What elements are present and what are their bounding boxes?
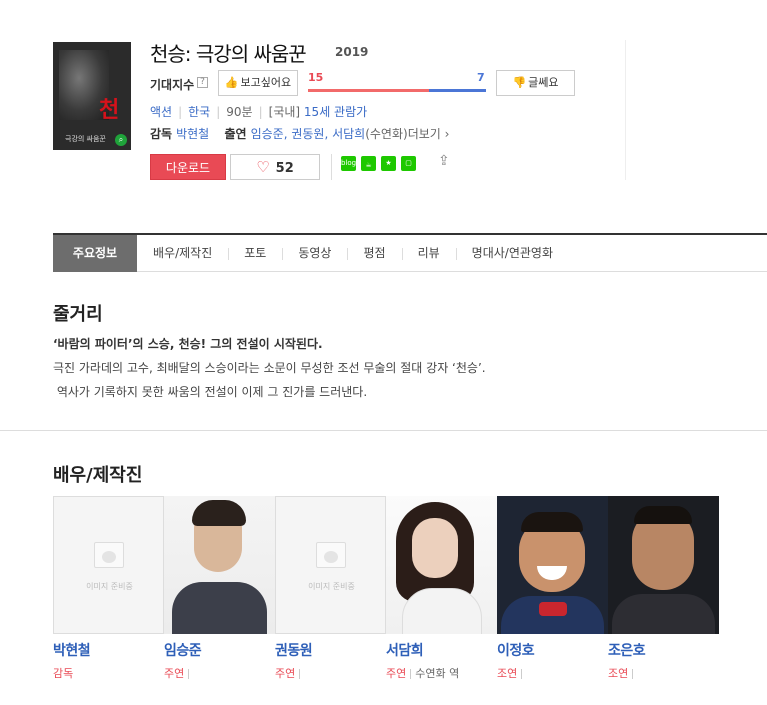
director-label: 감독 [150, 127, 173, 141]
want-to-see-label: 보고싶어요 [240, 76, 292, 89]
tab-quotes-related[interactable]: 명대사/연관영화 [455, 235, 569, 272]
bookmark-icon[interactable]: ▢ [401, 156, 416, 171]
share-icons: blog ☕ ★ ▢ [341, 156, 416, 172]
plot-line-2: 역사가 기록하지 못한 싸움의 전설이 이제 그 진가를 드러낸다. [56, 385, 368, 399]
expectation-bar [308, 89, 486, 92]
person-role: 감독 [53, 667, 74, 680]
divider [331, 154, 332, 180]
cast-card[interactable]: 서담희 주연 수연화 역 [386, 496, 497, 681]
tab-review[interactable]: 리뷰 [401, 235, 456, 272]
person-name[interactable]: 조은호 [608, 640, 719, 660]
heart-button[interactable]: ♡ 52 [230, 154, 320, 180]
movie-poster[interactable]: 천 극강의 싸움꾼 ⌕ [53, 42, 131, 150]
cast-card[interactable]: 이정호 조연 [497, 496, 608, 681]
director-link[interactable]: 박현철 [176, 127, 209, 141]
cast-card[interactable]: 조은호 조연 [608, 496, 719, 681]
expectation-bar-fill [308, 89, 430, 92]
more-link[interactable]: 더보기 [408, 127, 441, 141]
cast-note: (수연화) [365, 127, 408, 141]
cast-links[interactable]: 임승준, 권동원, 서담희 [251, 127, 366, 141]
expectation-label: 기대지수 [150, 78, 195, 92]
tab-photo[interactable]: 포토 [228, 235, 282, 272]
section-divider [0, 430, 767, 431]
cast-list: 이미지 준비중 박현철 감독 임승준 주연 이미지 준비중 권동원 주연 서담희… [53, 496, 719, 681]
crew-line: 감독 박현철 출연 임승준, 권동원, 서담희(수연화)더보기 › [150, 125, 449, 142]
person-role: 주연 수연화 역 [386, 667, 460, 680]
like-count: 15 [308, 71, 324, 84]
person-role: 조연 [608, 665, 719, 681]
tab-video[interactable]: 동영상 [282, 235, 347, 272]
person-name[interactable]: 이정호 [497, 640, 608, 660]
person-photo[interactable] [164, 496, 275, 634]
want-to-see-button[interactable]: 👍 보고싶어요 [218, 70, 298, 96]
cast-label: 출연 [224, 127, 247, 141]
cast-card[interactable]: 임승준 주연 [164, 496, 275, 681]
person-photo[interactable] [608, 496, 719, 634]
rating-prefix: [국내] [268, 105, 301, 119]
person-role: 주연 [164, 665, 275, 681]
tab-cast-crew[interactable]: 배우/제작진 [137, 235, 228, 272]
share-icon[interactable]: ⇪ [438, 153, 450, 169]
plot-line-1: 극진 가라데의 고수, 최배달의 스승이라는 소문이 무성한 조선 무술의 절대… [53, 361, 486, 375]
heart-count: 52 [275, 161, 294, 176]
no-image-placeholder[interactable]: 이미지 준비중 [53, 496, 164, 634]
person-name[interactable]: 권동원 [275, 640, 386, 660]
poster-subtitle: 극강의 싸움꾼 [65, 135, 106, 143]
tab-bar: 주요정보 배우/제작진 포토 동영상 평점 리뷰 명대사/연관영화 [53, 233, 767, 272]
country-link[interactable]: 한국 [188, 105, 210, 119]
no-image-placeholder[interactable]: 이미지 준비중 [275, 496, 386, 634]
plot-heading: 줄거리 [53, 304, 103, 325]
cafe-icon[interactable]: ☕ [361, 156, 376, 171]
tab-rating[interactable]: 평점 [347, 235, 401, 272]
star-icon[interactable]: ★ [381, 156, 396, 171]
plot-tagline: ‘바람의 파이터’의 스승, 천승! 그의 전설이 시작된다. [53, 337, 323, 351]
runtime: 90분 [226, 105, 253, 119]
person-photo[interactable] [386, 496, 497, 634]
tab-main-info[interactable]: 주요정보 [53, 234, 137, 272]
not-sure-label: 글쎄요 [528, 76, 559, 89]
right-divider [625, 40, 626, 180]
thumbs-down-icon: 👎 [512, 76, 527, 89]
movie-year: 2019 [335, 45, 369, 59]
no-image-text: 이미지 준비중 [308, 582, 355, 591]
person-name[interactable]: 임승준 [164, 640, 275, 660]
image-placeholder-icon [316, 542, 346, 568]
rating-link[interactable]: 15세 관람가 [304, 105, 367, 119]
person-name[interactable]: 서담희 [386, 640, 497, 660]
movie-meta: 액션 | 한국 | 90분 | [국내] 15세 관람가 [150, 105, 368, 119]
chevron-right-icon: › [440, 127, 450, 141]
heart-icon: ♡ [256, 158, 270, 176]
cast-card[interactable]: 이미지 준비중 권동원 주연 [275, 496, 386, 681]
genre-link[interactable]: 액션 [150, 105, 172, 119]
thumbs-up-icon: 👍 [224, 76, 239, 89]
person-name[interactable]: 박현철 [53, 640, 164, 660]
person-photo[interactable] [497, 496, 608, 634]
cast-card[interactable]: 이미지 준비중 박현철 감독 [53, 496, 164, 681]
not-sure-button[interactable]: 👎 글쎄요 [496, 70, 575, 96]
person-role: 주연 [275, 665, 386, 681]
zoom-icon[interactable]: ⌕ [115, 134, 127, 146]
image-placeholder-icon [94, 542, 124, 568]
person-role: 조연 [497, 665, 608, 681]
poster-title-text: 천 [99, 97, 120, 123]
cast-heading: 배우/제작진 [53, 465, 143, 486]
no-image-text: 이미지 준비중 [86, 582, 133, 591]
download-button[interactable]: 다운로드 [150, 154, 226, 180]
blog-icon[interactable]: blog [341, 156, 356, 171]
movie-title: 천승: 극강의 싸움꾼 [150, 42, 307, 66]
help-icon[interactable]: ? [197, 77, 208, 88]
dislike-count: 7 [477, 71, 485, 84]
